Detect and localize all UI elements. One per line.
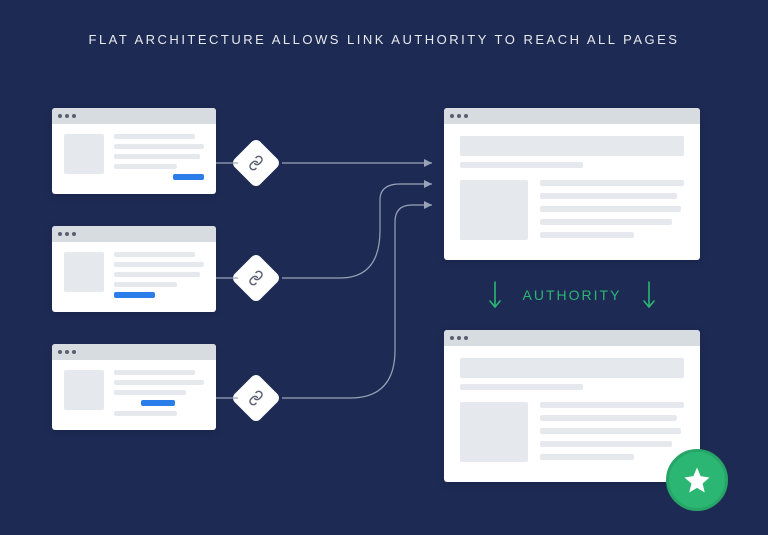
- hyperlink-highlight: [114, 292, 155, 298]
- hyperlink-highlight: [141, 400, 175, 406]
- content-thumbnail: [460, 180, 528, 240]
- content-header: [460, 358, 684, 378]
- link-node-1: [231, 138, 282, 189]
- arrow-down-icon: [641, 280, 657, 310]
- source-page-3: [52, 344, 216, 430]
- browser-chrome: [444, 108, 700, 124]
- link-icon: [248, 270, 264, 286]
- browser-chrome: [52, 344, 216, 360]
- content-thumbnail: [64, 370, 104, 410]
- diagram-title: FLAT ARCHITECTURE ALLOWS LINK AUTHORITY …: [0, 32, 768, 47]
- browser-chrome: [52, 108, 216, 124]
- star-icon: [682, 465, 712, 495]
- source-page-1: [52, 108, 216, 194]
- content-thumbnail: [460, 402, 528, 462]
- link-icon: [248, 390, 264, 406]
- link-node-3: [231, 373, 282, 424]
- hyperlink-highlight: [173, 174, 205, 180]
- star-badge: [666, 449, 728, 511]
- target-page-b: [444, 330, 700, 482]
- content-header: [460, 136, 684, 156]
- link-node-2: [231, 253, 282, 304]
- content-thumbnail: [64, 134, 104, 174]
- authority-text: AUTHORITY: [523, 287, 622, 303]
- source-page-2: [52, 226, 216, 312]
- content-thumbnail: [64, 252, 104, 292]
- link-icon: [248, 155, 264, 171]
- target-page-a: [444, 108, 700, 260]
- arrow-down-icon: [487, 280, 503, 310]
- authority-flow-label: AUTHORITY: [444, 280, 700, 310]
- browser-chrome: [52, 226, 216, 242]
- browser-chrome: [444, 330, 700, 346]
